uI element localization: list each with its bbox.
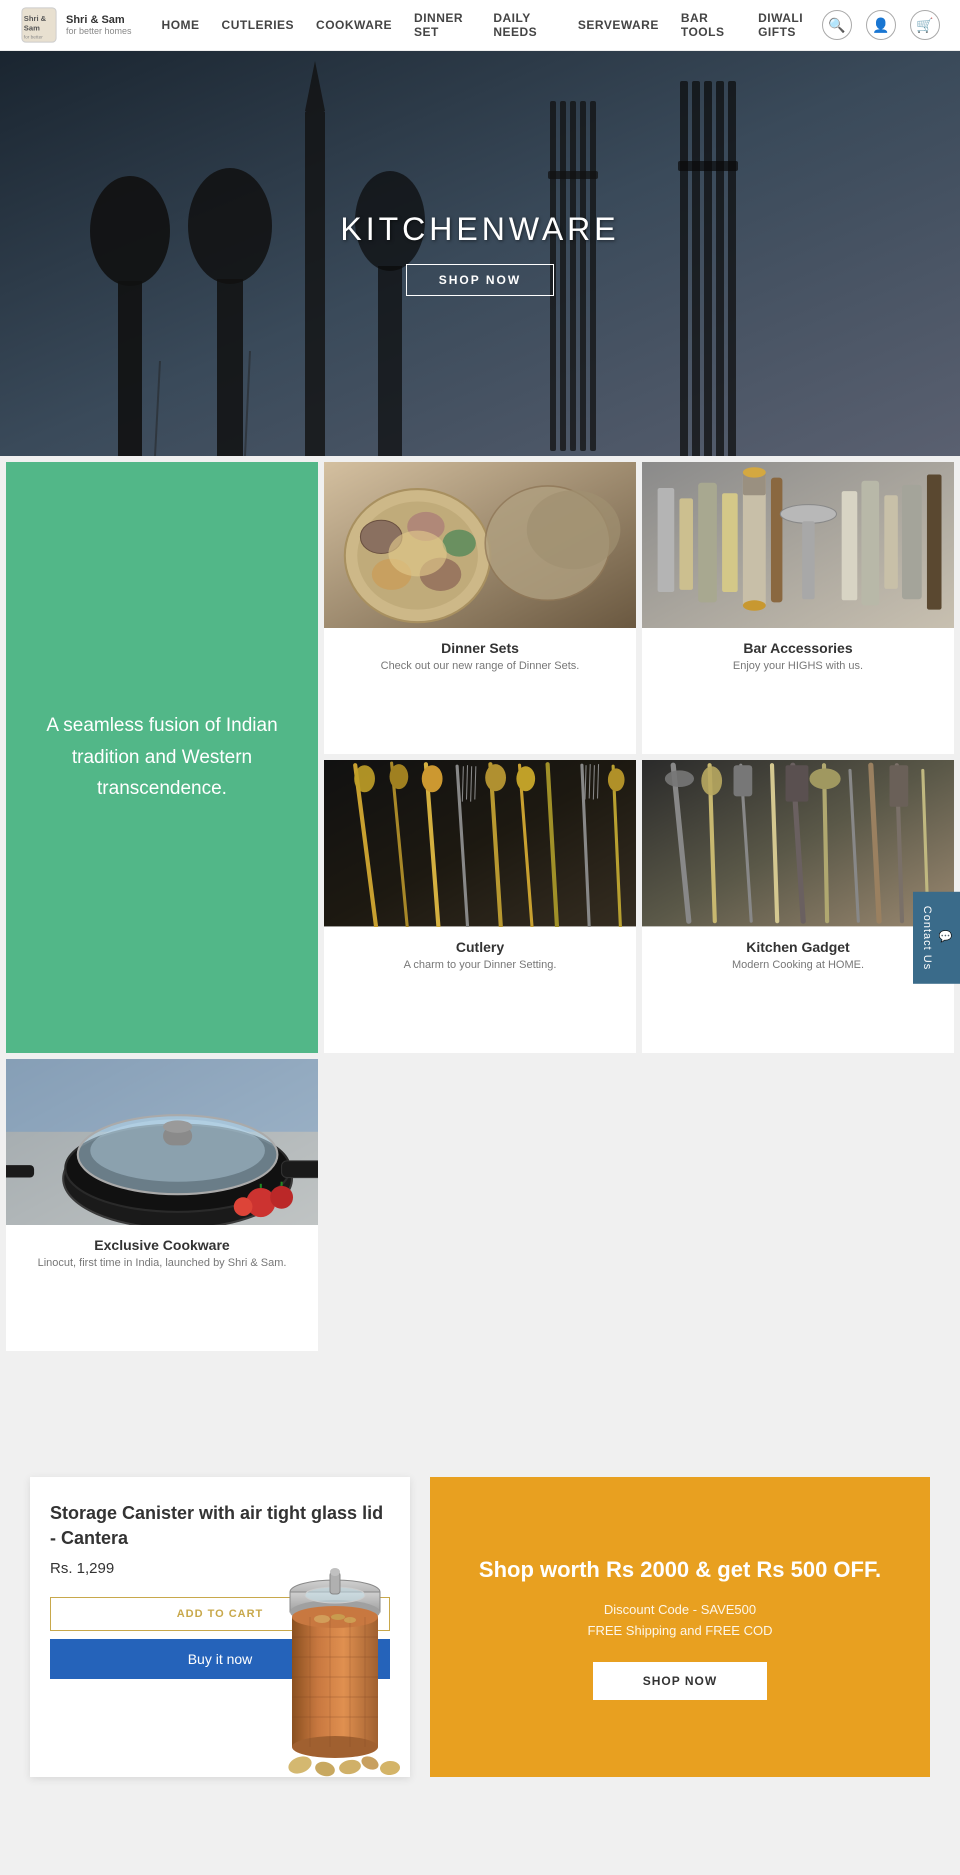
- categories-grid: Dinner Sets Check out our new range of D…: [0, 456, 960, 1357]
- exc-cookware-desc: Linocut, first time in India, launched b…: [18, 1257, 306, 1269]
- nav-icons: 🔍 👤 🛒: [822, 10, 940, 40]
- logo-sub: for better homes: [66, 26, 132, 36]
- contact-label: Contact Us: [921, 905, 933, 969]
- kitchen-gadget-title: Kitchen Gadget: [654, 939, 942, 955]
- nav-link-home[interactable]: HOME: [162, 18, 200, 32]
- dinner-sets-info: Dinner Sets Check out our new range of D…: [324, 628, 636, 684]
- promo-shipping-label: FREE Shipping and FREE COD: [588, 1623, 773, 1638]
- cutlery-img: [324, 760, 636, 926]
- nav-link-dinner-set[interactable]: DINNER SET: [414, 11, 471, 39]
- nav-links: HOME CUTLERIES COOKWARE DINNER SET DAILY NEE…: [162, 11, 822, 39]
- navbar: Shri & Sam for better Shri & Sam for bet…: [0, 0, 960, 51]
- contact-us-tab[interactable]: 💬 Contact Us: [913, 891, 960, 983]
- promo-headline: Shop worth Rs 2000 & get Rs 500 OFF.: [479, 1555, 881, 1586]
- dinner-sets-card[interactable]: Dinner Sets Check out our new range of D…: [324, 462, 636, 754]
- kitchen-gadget-card[interactable]: Kitchen Gadget Modern Cooking at HOME.: [642, 760, 954, 1052]
- search-button[interactable]: 🔍: [822, 10, 852, 40]
- exc-cookware-info: Exclusive Cookware Linocut, first time i…: [6, 1225, 318, 1281]
- bar-acc-desc: Enjoy your HIGHS with us.: [654, 660, 942, 672]
- tagline-box: A seamless fusion of Indian tradition an…: [6, 462, 318, 1053]
- hero-banner: KITCHENWARE SHOP NOW: [0, 51, 960, 456]
- bar-accessories-card[interactable]: Bar Accessories Enjoy your HIGHS with us…: [642, 462, 954, 754]
- promo-card: Shop worth Rs 2000 & get Rs 500 OFF. Dis…: [430, 1477, 930, 1777]
- product-popup-title: Storage Canister with air tight glass li…: [50, 1501, 390, 1551]
- product-popup-card: Storage Canister with air tight glass li…: [30, 1477, 410, 1777]
- svg-text:Shri &: Shri &: [24, 14, 47, 23]
- contact-icon: 💬: [939, 930, 952, 944]
- nav-link-cookware[interactable]: COOKWARE: [316, 18, 392, 32]
- canister-svg: [250, 1557, 420, 1777]
- promo-discount-code: Discount Code - SAVE500: [604, 1602, 756, 1617]
- promo-shop-now-button[interactable]: SHOP NOW: [593, 1662, 767, 1700]
- cutlery-info2: Cutlery A charm to your Dinner Setting.: [324, 927, 636, 983]
- exc-cookware-card[interactable]: Exclusive Cookware Linocut, first time i…: [6, 1059, 318, 1351]
- logo-icon: Shri & Sam for better: [20, 6, 58, 44]
- dinner-sets-img: [324, 462, 636, 628]
- nav-link-cutleries[interactable]: CUTLERIES: [222, 18, 295, 32]
- cutlery-card[interactable]: Cutlery A charm to your Dinner Setting.: [324, 760, 636, 1052]
- cutlery-desc2: A charm to your Dinner Setting.: [336, 959, 624, 971]
- exc-cookware-img: [6, 1059, 318, 1225]
- dinner-sets-title: Dinner Sets: [336, 640, 624, 656]
- bottom-section: Storage Canister with air tight glass li…: [0, 1477, 960, 1817]
- account-button[interactable]: 👤: [866, 10, 896, 40]
- kitchen-gadget-desc: Modern Cooking at HOME.: [654, 959, 942, 971]
- gap-section: [0, 1357, 960, 1477]
- hero-content: KITCHENWARE SHOP NOW: [340, 211, 619, 296]
- svg-text:Sam: Sam: [24, 24, 40, 33]
- hero-shop-now-button[interactable]: SHOP NOW: [406, 264, 554, 296]
- kitchen-gadget-info: Kitchen Gadget Modern Cooking at HOME.: [642, 927, 954, 983]
- nav-link-diwali-gifts[interactable]: DIWALI GIFTS: [758, 11, 822, 39]
- nav-link-bar-tools[interactable]: BAR TOOLS: [681, 11, 736, 39]
- kitchen-gadget-img: [642, 760, 954, 926]
- nav-link-daily-needs[interactable]: DAILY NEEDS: [493, 11, 556, 39]
- cart-button[interactable]: 🛒: [910, 10, 940, 40]
- bar-acc-img: [642, 462, 954, 628]
- hero-title: KITCHENWARE: [340, 211, 619, 248]
- logo-name: Shri & Sam: [66, 14, 132, 26]
- bar-acc-title: Bar Accessories: [654, 640, 942, 656]
- svg-text:for better: for better: [24, 34, 43, 40]
- cutlery-title2: Cutlery: [336, 939, 624, 955]
- dinner-sets-desc: Check out our new range of Dinner Sets.: [336, 660, 624, 672]
- tagline-text2: A seamless fusion of Indian tradition an…: [30, 710, 294, 804]
- logo[interactable]: Shri & Sam for better Shri & Sam for bet…: [20, 6, 132, 44]
- bar-acc-info: Bar Accessories Enjoy your HIGHS with us…: [642, 628, 954, 684]
- nav-link-serveware[interactable]: SERVEWARE: [578, 18, 659, 32]
- product-image: [250, 1557, 420, 1777]
- exc-cookware-title: Exclusive Cookware: [18, 1237, 306, 1253]
